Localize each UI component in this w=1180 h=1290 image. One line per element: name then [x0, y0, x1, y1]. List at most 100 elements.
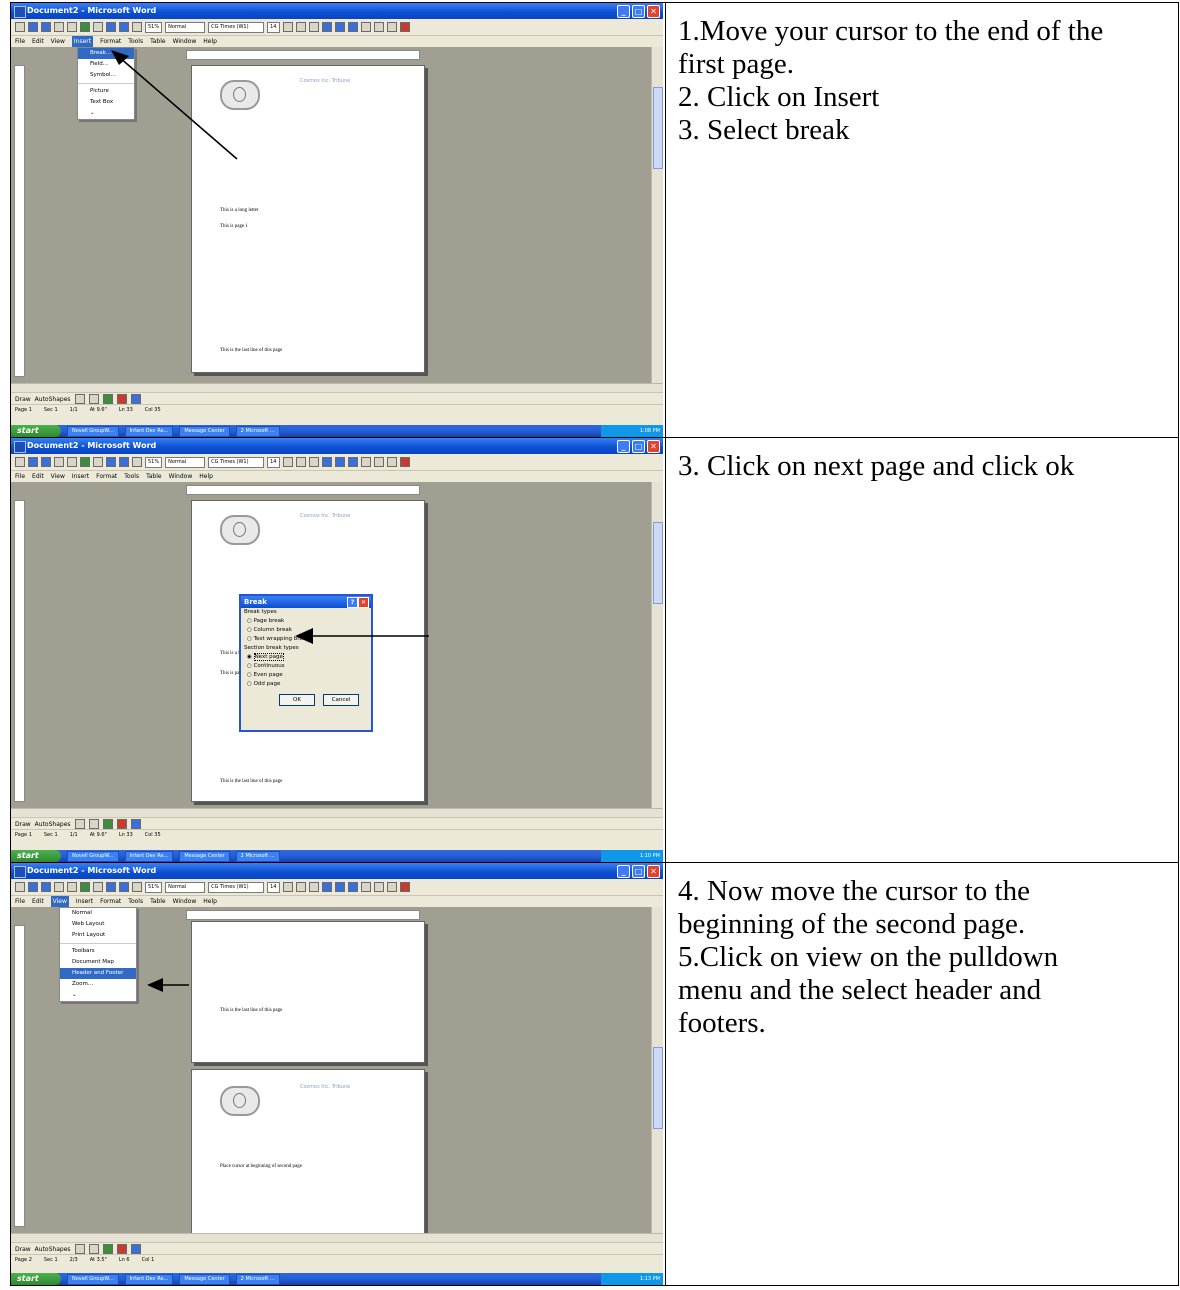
print-icon[interactable] — [54, 882, 64, 892]
style-box[interactable]: Normal — [165, 456, 206, 468]
draw-menu[interactable]: Draw — [15, 821, 31, 828]
oval-icon[interactable] — [88, 1244, 99, 1254]
maximize-button[interactable]: □ — [632, 865, 645, 878]
menu-table[interactable]: Table — [150, 896, 166, 907]
paste-icon[interactable] — [93, 457, 103, 467]
table-icon[interactable] — [119, 22, 129, 32]
menu-edit[interactable]: Edit — [32, 36, 44, 47]
paste-icon[interactable] — [93, 882, 103, 892]
close-button[interactable]: ✕ — [647, 440, 660, 453]
rectangle-icon[interactable] — [74, 1244, 85, 1254]
bold-icon[interactable] — [282, 457, 293, 467]
maximize-button[interactable]: □ — [632, 440, 645, 453]
menu-window[interactable]: Window — [173, 896, 197, 907]
underline-icon[interactable] — [308, 882, 319, 892]
line-color-icon[interactable] — [130, 819, 141, 829]
spelling-icon[interactable] — [80, 882, 90, 892]
menu-table[interactable]: Table — [146, 471, 162, 482]
taskbar-item[interactable]: Infant Dev Re... — [124, 425, 174, 437]
align-left-icon[interactable] — [321, 457, 332, 467]
new-icon[interactable] — [15, 457, 25, 467]
align-right-icon[interactable] — [347, 457, 358, 467]
menu-format[interactable]: Format — [100, 36, 121, 47]
print-icon[interactable] — [54, 457, 64, 467]
autoshapes-menu[interactable]: AutoShapes — [35, 1246, 71, 1253]
close-button[interactable]: ✕ — [647, 5, 660, 18]
preview-icon[interactable] — [67, 457, 77, 467]
spelling-icon[interactable] — [80, 22, 90, 32]
document-area[interactable]: This is the last line of this page Cosmo… — [11, 907, 663, 1241]
taskbar-item[interactable]: Message Center — [179, 850, 230, 862]
menu-file[interactable]: File — [15, 471, 25, 482]
zoom-box[interactable]: 51% — [145, 881, 163, 893]
center-icon[interactable] — [334, 22, 345, 32]
underline-icon[interactable] — [308, 457, 319, 467]
menu-view[interactable]: View — [50, 896, 69, 907]
maximize-button[interactable]: □ — [632, 5, 645, 18]
rectangle-icon[interactable] — [74, 394, 85, 404]
taskbar-item[interactable]: Novell GroupW... — [67, 1273, 119, 1285]
indent-icon[interactable] — [386, 882, 397, 892]
menu-window[interactable]: Window — [169, 471, 193, 482]
preview-icon[interactable] — [67, 22, 77, 32]
undo-icon[interactable] — [106, 882, 116, 892]
taskbar-item[interactable]: 2 Microsoft ... — [235, 1273, 280, 1285]
indent-icon[interactable] — [386, 457, 397, 467]
table-icon[interactable] — [119, 882, 129, 892]
taskbar-item[interactable]: 2 Microsoft ... — [235, 425, 280, 437]
start-button[interactable]: start — [11, 1273, 61, 1285]
underline-icon[interactable] — [308, 22, 319, 32]
close-button[interactable]: ✕ — [647, 865, 660, 878]
menu-file[interactable]: File — [15, 896, 25, 907]
menu-insert[interactable]: Insert — [76, 896, 93, 907]
bold-icon[interactable] — [282, 882, 293, 892]
bullets-icon[interactable] — [373, 882, 384, 892]
open-icon[interactable] — [28, 22, 38, 32]
menu-help[interactable]: Help — [203, 896, 217, 907]
zoom-box[interactable]: 51% — [145, 21, 163, 33]
bold-icon[interactable] — [282, 22, 293, 32]
font-color-icon[interactable] — [399, 882, 410, 892]
menu-insert[interactable]: Insert — [71, 36, 94, 47]
line-color-icon[interactable] — [130, 1244, 141, 1254]
numbering-icon[interactable] — [360, 457, 371, 467]
menu-tools[interactable]: Tools — [124, 471, 139, 482]
menu-help[interactable]: Help — [199, 471, 213, 482]
autoshapes-menu[interactable]: AutoShapes — [35, 396, 71, 403]
style-box[interactable]: Normal — [165, 21, 206, 33]
print-icon[interactable] — [54, 22, 64, 32]
menu-view[interactable]: View — [51, 36, 65, 47]
paste-icon[interactable] — [93, 22, 103, 32]
bullets-icon[interactable] — [373, 22, 384, 32]
italic-icon[interactable] — [295, 882, 306, 892]
menu-help[interactable]: Help — [203, 36, 217, 47]
menu-format[interactable]: Format — [100, 896, 121, 907]
menu-view[interactable]: View — [51, 471, 65, 482]
zoom-box[interactable]: 51% — [145, 456, 163, 468]
new-icon[interactable] — [15, 882, 25, 892]
fill-color-icon[interactable] — [116, 1244, 127, 1254]
save-icon[interactable] — [41, 882, 51, 892]
style-box[interactable]: Normal — [165, 881, 206, 893]
align-right-icon[interactable] — [347, 22, 358, 32]
open-icon[interactable] — [28, 457, 38, 467]
size-box[interactable]: 14 — [267, 881, 280, 893]
open-icon[interactable] — [28, 882, 38, 892]
align-right-icon[interactable] — [347, 882, 358, 892]
paragraph-icon[interactable] — [132, 22, 142, 32]
numbering-icon[interactable] — [360, 22, 371, 32]
undo-icon[interactable] — [106, 457, 116, 467]
taskbar-item[interactable]: Novell GroupW... — [67, 850, 119, 862]
autoshapes-menu[interactable]: AutoShapes — [35, 821, 71, 828]
align-left-icon[interactable] — [321, 22, 332, 32]
bullets-icon[interactable] — [373, 457, 384, 467]
indent-icon[interactable] — [386, 22, 397, 32]
new-icon[interactable] — [15, 22, 25, 32]
font-color-icon[interactable] — [399, 457, 410, 467]
oval-icon[interactable] — [88, 819, 99, 829]
size-box[interactable]: 14 — [267, 456, 280, 468]
undo-icon[interactable] — [106, 22, 116, 32]
save-icon[interactable] — [41, 457, 51, 467]
menu-window[interactable]: Window — [173, 36, 197, 47]
menu-table[interactable]: Table — [150, 36, 166, 47]
